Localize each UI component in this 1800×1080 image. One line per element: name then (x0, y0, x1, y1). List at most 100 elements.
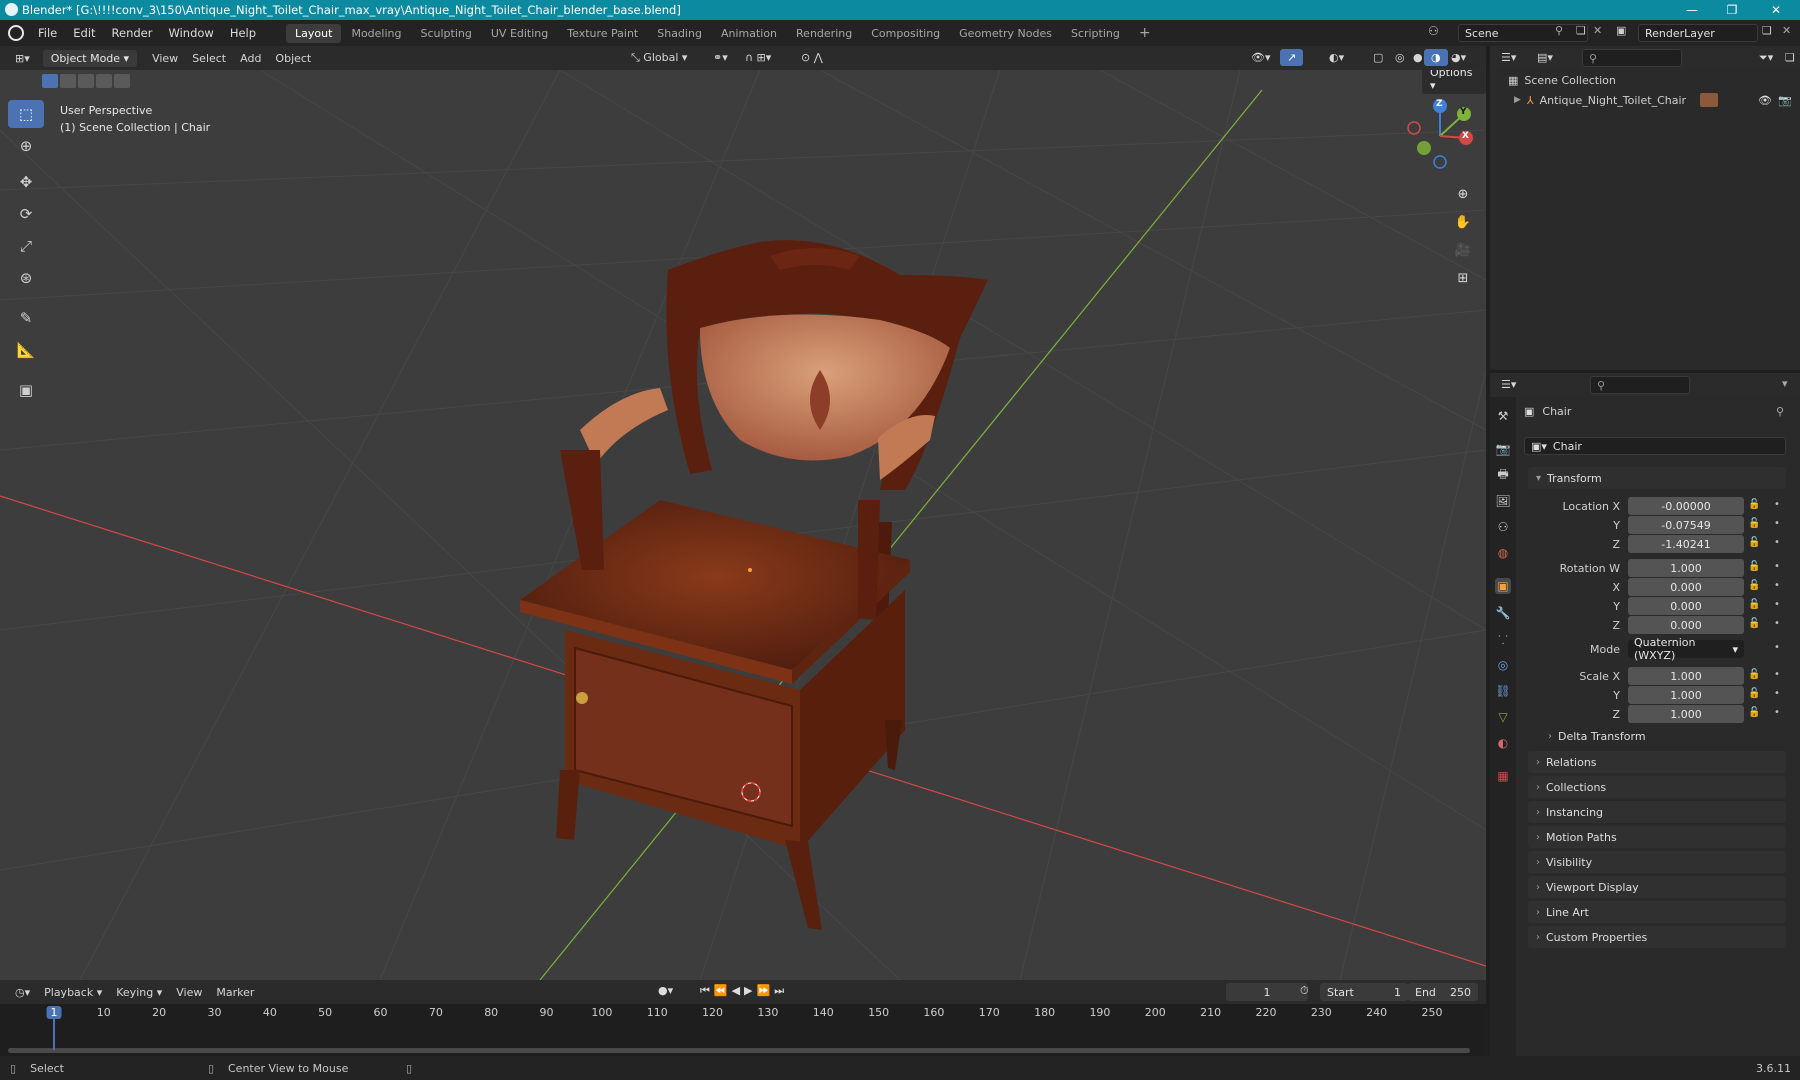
scene-tab-icon[interactable]: ⚇ (1495, 519, 1511, 535)
keyframe-dot-icon[interactable]: • (1774, 499, 1780, 510)
panel-motion-paths[interactable]: › Motion Paths (1528, 826, 1786, 848)
scale-y-field[interactable]: 1.000 (1628, 686, 1744, 704)
panel-relations[interactable]: › Relations (1528, 751, 1786, 773)
pin-icon[interactable]: ⚲ (1555, 24, 1563, 37)
record-icon[interactable]: ●▾ (658, 984, 673, 997)
visibility-icon[interactable]: 👁▾ (1244, 49, 1278, 66)
lock-icon[interactable]: 🔓 (1748, 499, 1760, 510)
physics-tab-icon[interactable]: ◎ (1495, 657, 1511, 673)
tab-sculpting[interactable]: Sculpting (412, 24, 481, 43)
menu-render[interactable]: Render (104, 26, 161, 40)
keyframe-dot-icon[interactable]: • (1774, 537, 1780, 548)
navigation-gizmo[interactable]: Z Y X (1400, 96, 1480, 176)
rotation-z-field[interactable]: 0.000 (1628, 616, 1744, 634)
perspective-toggle-icon[interactable]: ⊞ (1450, 266, 1476, 290)
lock-icon[interactable]: 🔓 (1748, 580, 1760, 591)
panel-viewport-display[interactable]: › Viewport Display (1528, 876, 1786, 898)
keyframe-dot-icon[interactable]: • (1774, 669, 1780, 680)
panel-line-art[interactable]: › Line Art (1528, 901, 1786, 923)
scene-selector[interactable]: Scene (1458, 24, 1588, 42)
3d-viewport[interactable]: User Perspective (1) Scene Collection | … (0, 70, 1486, 980)
keyframe-dot-icon[interactable]: • (1774, 642, 1780, 653)
modifier-tab-icon[interactable]: 🔧 (1495, 605, 1511, 621)
menu-object[interactable]: Object (268, 50, 318, 67)
keyframe-dot-icon[interactable]: • (1774, 518, 1780, 529)
tab-modeling[interactable]: Modeling (342, 24, 410, 43)
tab-compositing[interactable]: Compositing (862, 24, 949, 43)
measure-tool-icon[interactable]: 📐 (8, 336, 44, 364)
timeline-editor-type-icon[interactable]: ◷▾ (8, 984, 37, 1001)
options-dropdown[interactable]: Options ▾ (1422, 70, 1486, 94)
lock-icon[interactable]: 🔓 (1748, 599, 1760, 610)
scale-x-field[interactable]: 1.000 (1628, 667, 1744, 685)
lock-icon[interactable]: 🔓 (1748, 618, 1760, 629)
tab-geometry-nodes[interactable]: Geometry Nodes (950, 24, 1061, 43)
menu-select[interactable]: Select (185, 50, 233, 67)
timeline-scrollbar[interactable] (8, 1048, 1470, 1053)
cursor-tool-icon[interactable]: ⊕ (8, 132, 44, 160)
view-layer-tab-icon[interactable]: 🖼 (1495, 493, 1511, 509)
move-tool-icon[interactable]: ✥ (8, 168, 44, 196)
tab-shading[interactable]: Shading (648, 24, 711, 43)
lock-icon[interactable]: 🔓 (1748, 537, 1760, 548)
zoom-icon[interactable]: ⊕ (1450, 182, 1476, 206)
keyframe-dot-icon[interactable]: • (1774, 599, 1780, 610)
particles-tab-icon[interactable]: ⸪ (1495, 631, 1511, 647)
location-y-field[interactable]: -0.07549 (1628, 516, 1744, 534)
properties-options-icon[interactable]: ▾ (1782, 377, 1788, 390)
display-mode-icon[interactable]: ▤▾ (1530, 49, 1560, 66)
end-frame-field[interactable]: End 250 (1408, 983, 1478, 1001)
gizmo-toggle-icon[interactable]: ↗ (1280, 49, 1304, 66)
panel-collections[interactable]: › Collections (1528, 776, 1786, 798)
keyframe-dot-icon[interactable]: • (1774, 707, 1780, 718)
menu-marker[interactable]: Marker (209, 984, 261, 1001)
tab-layout[interactable]: Layout (286, 23, 342, 43)
annotate-tool-icon[interactable]: ✎ (8, 304, 44, 332)
render-layer-selector[interactable]: RenderLayer (1638, 24, 1758, 42)
start-frame-field[interactable]: Start 1 (1320, 983, 1408, 1001)
eye-icon[interactable]: 👁 (1758, 94, 1772, 107)
camera-view-icon[interactable]: 🎥 (1450, 238, 1476, 262)
properties-search-input[interactable]: ⚲ (1590, 376, 1690, 394)
rendered-shading-icon[interactable]: ◕▾ (1444, 49, 1473, 66)
tab-animation[interactable]: Animation (712, 24, 786, 43)
overlay-toggle-icon[interactable]: ◐▾ (1322, 49, 1351, 66)
world-tab-icon[interactable]: ◍ (1495, 545, 1511, 561)
select-subtract-icon[interactable] (78, 74, 94, 88)
output-tab-icon[interactable]: 🖶 (1495, 467, 1511, 483)
menu-timeline-view[interactable]: View (169, 984, 209, 1001)
mode-dropdown[interactable]: Object Mode ▾ (42, 49, 138, 67)
expand-arrow-icon[interactable]: ▶ (1514, 95, 1521, 105)
select-new-icon[interactable] (42, 74, 58, 88)
delete-scene-icon[interactable]: ✕ (1593, 24, 1602, 37)
tab-rendering[interactable]: Rendering (787, 24, 861, 43)
lock-icon[interactable]: 🔓 (1748, 518, 1760, 529)
properties-editor-type-icon[interactable]: ☰▾ (1494, 376, 1523, 393)
material-tab-icon[interactable]: ◐ (1495, 735, 1511, 751)
rotation-y-field[interactable]: 0.000 (1628, 597, 1744, 615)
location-z-field[interactable]: -1.40241 (1628, 535, 1744, 553)
new-scene-icon[interactable]: ❏ (1576, 24, 1586, 37)
proportional-edit-icon[interactable]: ⊙ ⋀ (794, 49, 830, 66)
tool-tab-icon[interactable]: ⚒ (1495, 408, 1511, 424)
pan-hand-icon[interactable]: ✋ (1450, 210, 1476, 234)
menu-add[interactable]: Add (233, 50, 268, 67)
keyframe-dot-icon[interactable]: • (1774, 580, 1780, 591)
menu-playback[interactable]: Playback ▾ (37, 984, 109, 1001)
select-extend-icon[interactable] (60, 74, 76, 88)
lock-icon[interactable]: 🔓 (1748, 561, 1760, 572)
lock-icon[interactable]: 🔓 (1748, 707, 1760, 718)
keyframe-dot-icon[interactable]: • (1774, 688, 1780, 699)
outliner-editor-type-icon[interactable]: ☰▾ (1494, 49, 1523, 66)
editor-type-icon[interactable]: ⊞▾ (8, 50, 37, 67)
delete-layer-icon[interactable]: ✕ (1782, 24, 1791, 37)
new-layer-icon[interactable]: ❏ (1762, 24, 1772, 37)
transform-tool-icon[interactable]: ⊛ (8, 264, 44, 292)
minimize-icon[interactable]: — (1672, 0, 1712, 20)
keyframe-dot-icon[interactable]: • (1774, 618, 1780, 629)
lock-icon[interactable]: 🔓 (1748, 669, 1760, 680)
snap-icon[interactable]: ∩ ⊞▾ (738, 49, 778, 66)
rotation-mode-dropdown[interactable]: Quaternion (WXYZ) ▾ (1628, 636, 1744, 662)
outliner-row[interactable]: ▶ ⅄ Antique_Night_Toilet_Chair 👁 📷 (1490, 90, 1800, 110)
current-frame-field[interactable]: 1 (1226, 983, 1308, 1001)
